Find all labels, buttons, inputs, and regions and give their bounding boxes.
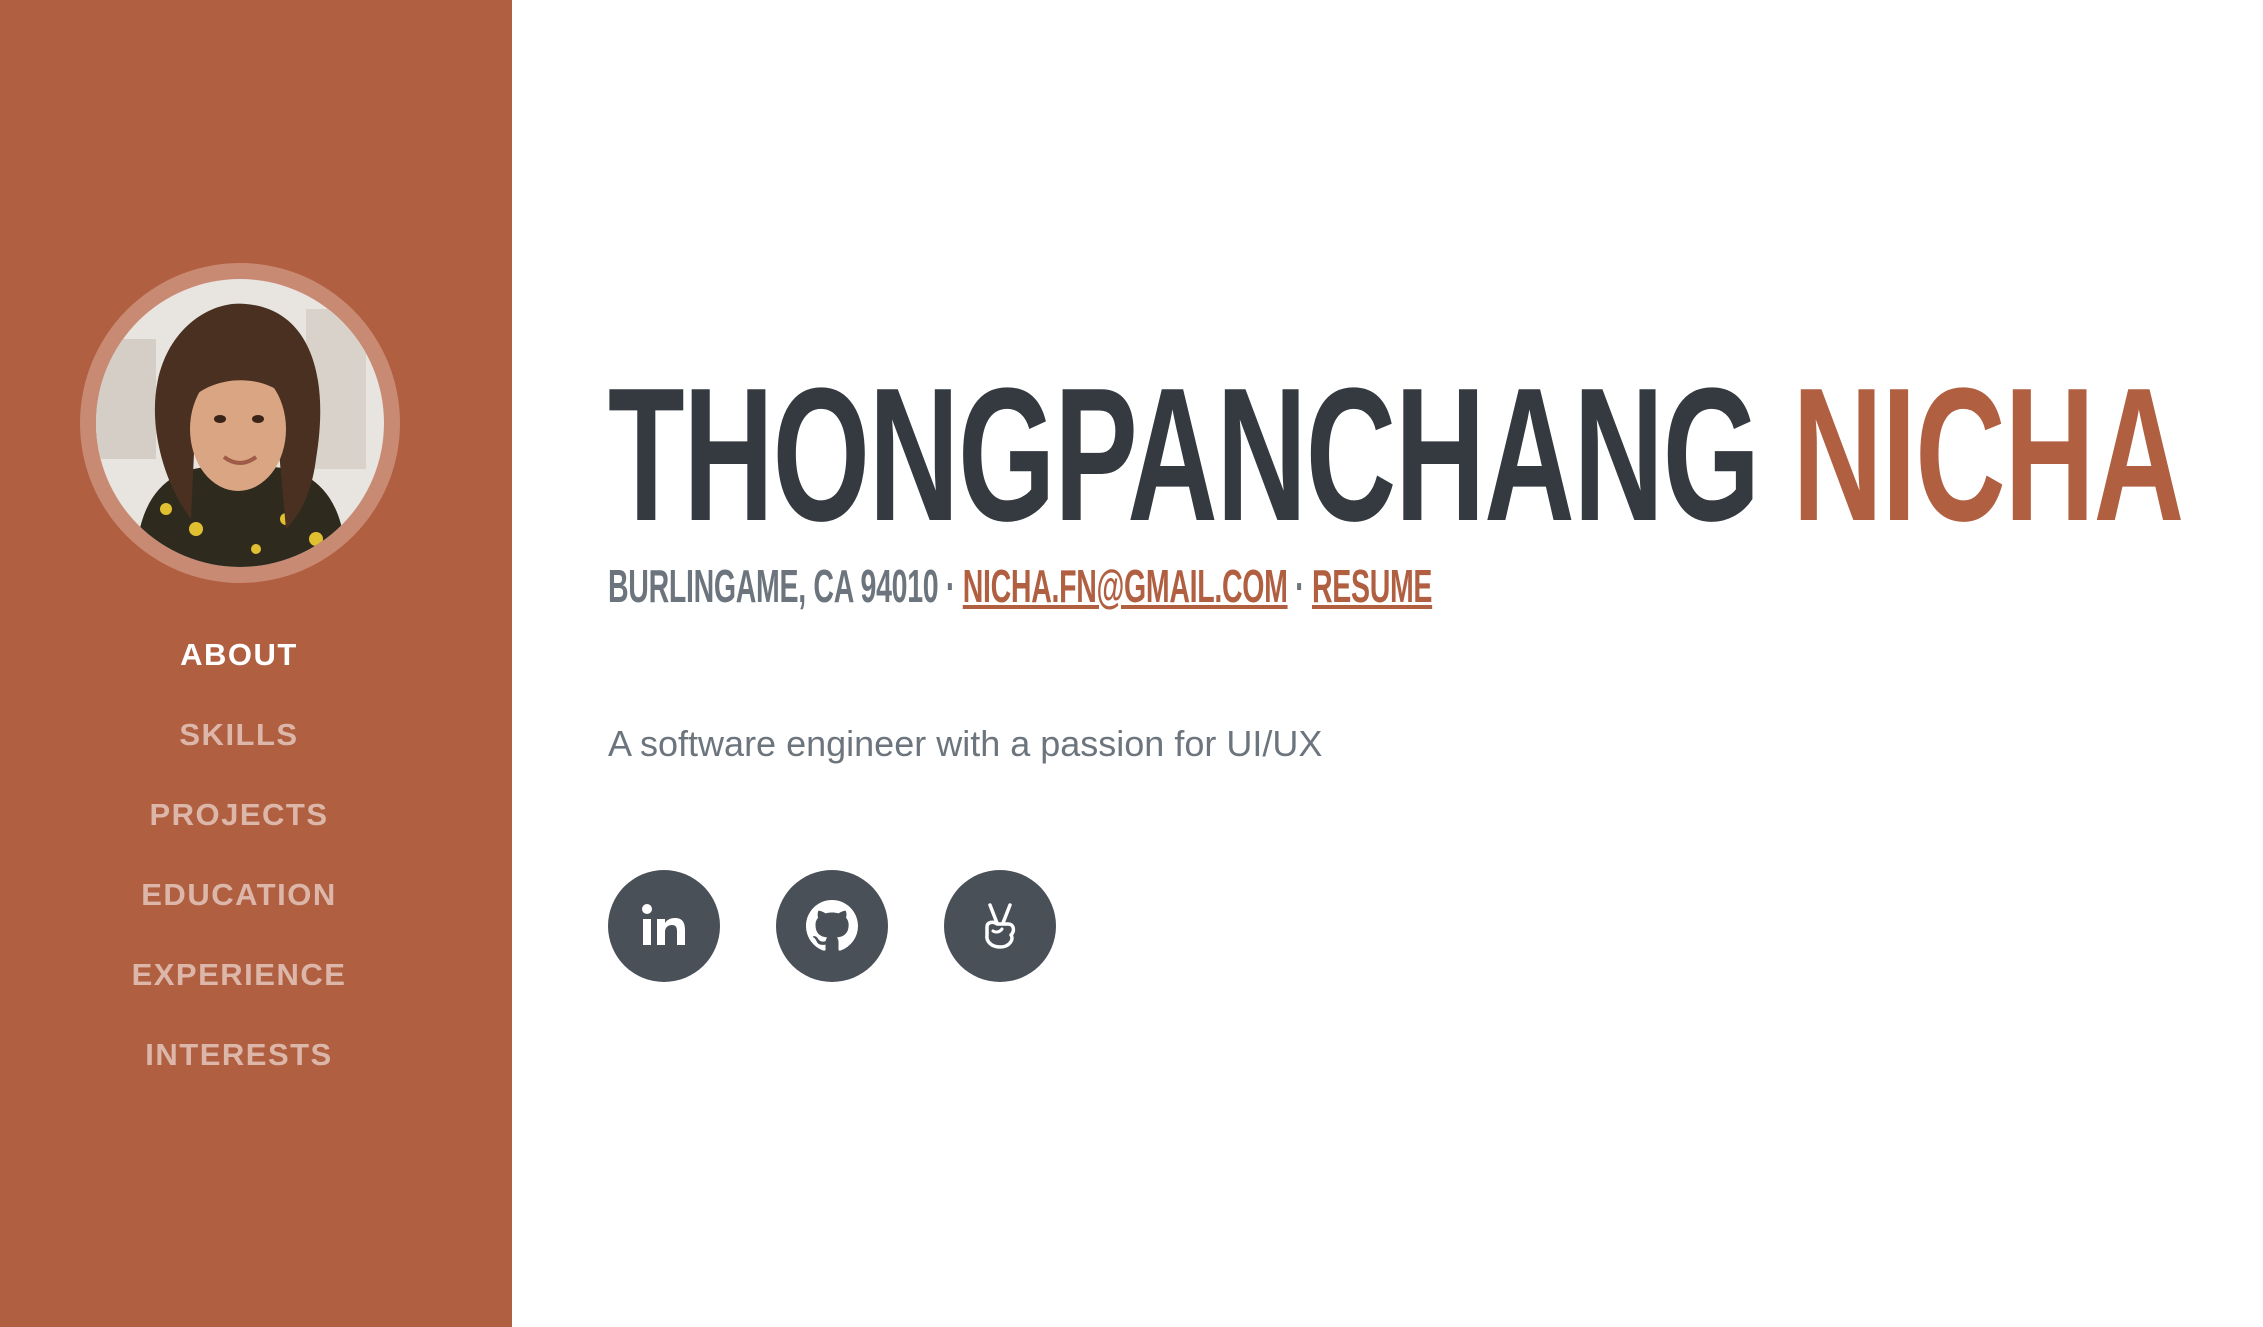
nav-item-about[interactable]: ABOUT [0,630,478,710]
last-name: NICHA [1792,349,2184,561]
angellist-icon [985,903,1016,949]
tagline: A software engineer with a passion for U… [608,723,1323,764]
social-links [608,870,1056,982]
linkedin-icon [642,904,685,945]
contact-line: BURLINGAME, CA 94010 · NICHA.FN@GMAIL.CO… [608,560,1432,612]
avatar [80,263,400,583]
linkedin-button[interactable] [608,870,720,982]
sidebar: ABOUT SKILLS PROJECTS EDUCATION EXPERIEN… [0,0,512,1327]
nav-item-projects[interactable]: PROJECTS [0,790,478,870]
resume-link[interactable]: RESUME [1312,560,1432,612]
main-content: THONGPANCHANG NICHA BURLINGAME, CA 94010… [512,0,2263,1327]
nav-item-skills[interactable]: SKILLS [0,710,478,790]
avatar-photo [96,279,384,567]
email-link[interactable]: NICHA.FN@GMAIL.COM [963,560,1288,612]
nav-item-education[interactable]: EDUCATION [0,870,478,950]
nav-item-experience[interactable]: EXPERIENCE [0,950,478,1030]
page-title: THONGPANCHANG NICHA [608,360,2184,550]
sidebar-nav: ABOUT SKILLS PROJECTS EDUCATION EXPERIEN… [0,630,478,1110]
github-icon [806,900,858,951]
github-button[interactable] [776,870,888,982]
separator: · [945,560,956,612]
location-text: BURLINGAME, CA 94010 [608,560,939,612]
separator: · [1295,560,1305,612]
first-name: THONGPANCHANG [608,349,1760,561]
angellist-button[interactable] [944,870,1056,982]
nav-item-interests[interactable]: INTERESTS [0,1030,478,1110]
